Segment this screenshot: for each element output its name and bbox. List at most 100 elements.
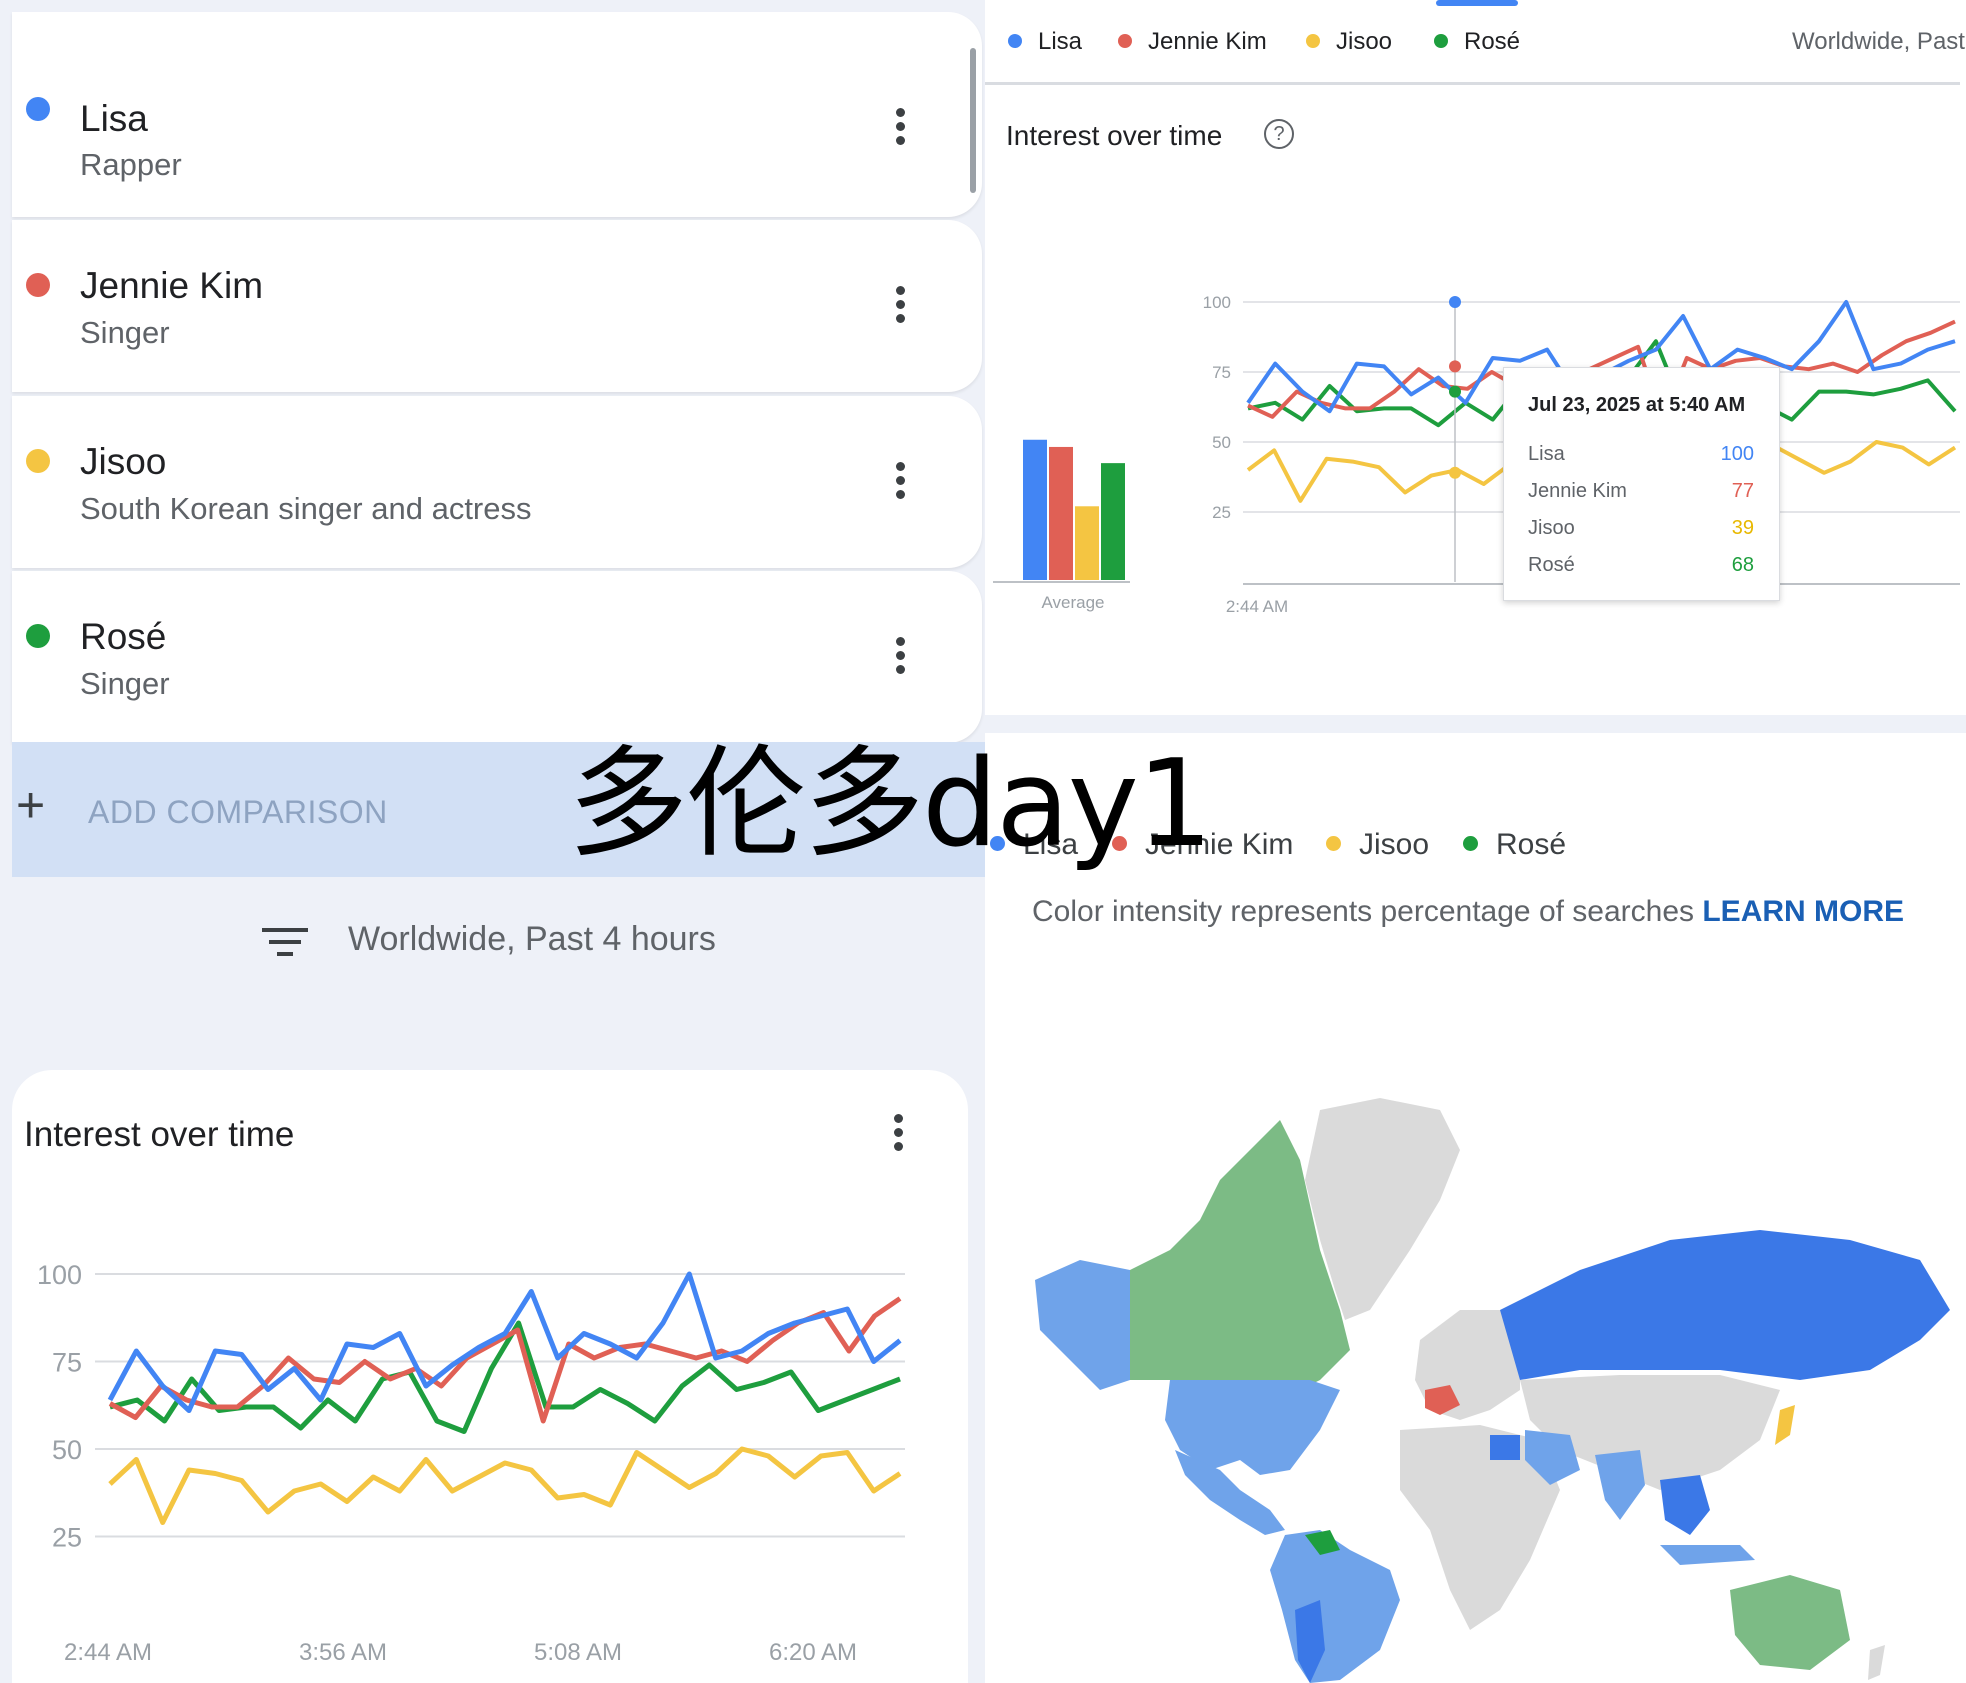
term-card-jisoo[interactable]: Jisoo South Korean singer and actress [12,396,982,568]
intensity-note: Color intensity represents percentage of… [1032,895,1904,929]
tooltip-row-jennie: Jennie Kim 77 [1528,480,1754,503]
left-series [107,1271,902,1525]
map-legend-rose[interactable]: Rosé [1463,828,1566,862]
average-bar-lisa[interactable] [1023,439,1047,580]
y-tick-label: 100 [37,1260,82,1290]
term-card-lisa[interactable]: Lisa Rapper [12,12,982,217]
average-bars: Average [993,439,1130,612]
legend-item-jisoo[interactable]: Jisoo [1306,28,1392,56]
y-tick-label: 75 [52,1348,82,1378]
term-name: Rosé [80,616,167,657]
legend-label: Jennie Kim [1148,28,1267,55]
legend-label: Rosé [1496,828,1567,861]
hover-point-ros [1449,385,1461,398]
series-line-jennie-kim [108,1296,902,1424]
filter-label: Worldwide, Past 4 hours [348,920,716,958]
map-australia[interactable] [1730,1575,1850,1670]
x-tick-label: 6:20 AM [769,1639,857,1666]
help-circle-icon[interactable]: ? [1264,119,1294,149]
y-tick-label: 75 [1212,363,1231,382]
x-tick-label: 3:56 AM [299,1639,387,1666]
legend-label: Lisa [1038,28,1083,55]
tooltip-label: Jennie Kim [1528,480,1627,502]
map-legend-jisoo[interactable]: Jisoo [1326,828,1429,862]
legend-label: Jisoo [1359,828,1430,861]
map-southeast-asia[interactable] [1660,1475,1710,1535]
right-chart-title: Interest over time [1006,120,1223,151]
y-tick-label: 25 [1212,503,1231,522]
region-label[interactable]: Worldwide, Past [1792,28,1965,56]
tooltip-label: Lisa [1528,443,1565,465]
y-tick-label: 25 [52,1523,82,1553]
term-card-rose[interactable]: Rosé Singer [12,571,982,743]
tooltip-value: 77 [1731,480,1754,502]
tooltip-value: 39 [1731,517,1754,539]
hover-point-lisa [1449,296,1461,308]
left-line-chart: 25 50 75 100 2:44 AM 3:56 AM 5:08 AM 6:20 AM [37,1260,905,1666]
tooltip-label: Jisoo [1528,517,1575,539]
legend-item-jennie[interactable]: Jennie Kim [1118,28,1267,56]
map-japan[interactable] [1775,1405,1795,1445]
map-alaska[interactable] [1035,1260,1130,1390]
rose-dot [26,624,50,648]
tooltip-row-lisa: Lisa 100 [1528,443,1754,466]
more-vert-icon[interactable] [896,108,906,150]
y-tick-label: 50 [52,1435,82,1465]
legend-item-lisa[interactable]: Lisa [1008,28,1082,56]
hover-point-jennie-kim [1449,360,1461,373]
term-subtitle: Rapper [80,147,182,182]
y-tick-label: 100 [1203,293,1231,312]
add-comparison-label: ADD COMPARISON [88,794,388,830]
average-bar-ros[interactable] [1101,463,1125,580]
jisoo-dot [26,449,50,473]
card-title: Interest over time [24,1115,295,1154]
legend-label: Jisoo [1336,28,1393,55]
map-new-zealand[interactable] [1868,1645,1885,1680]
average-label: Average [1041,593,1104,612]
term-subtitle: Singer [80,666,170,701]
term-name: Jisoo [80,441,167,482]
term-subtitle: Singer [80,315,170,350]
more-vert-icon[interactable] [894,1114,904,1156]
plus-icon: + [16,777,46,833]
tooltip-title: Jul 23, 2025 at 5:40 AM [1528,394,1746,416]
more-vert-icon[interactable] [896,286,906,328]
left-xticks: 2:44 AM 3:56 AM 5:08 AM 6:20 AM [64,1639,857,1666]
tooltip-row-rose: Rosé 68 [1528,554,1754,577]
x-tick-label: 2:44 AM [1226,597,1288,616]
right-chart: Average 25 50 75 100 2:44 AM [993,293,1960,616]
map-india[interactable] [1595,1450,1645,1520]
jennie-dot [26,273,50,297]
lisa-dot [26,97,50,121]
series-line-jisoo [108,1446,902,1525]
rose-dot [1434,33,1448,48]
term-subtitle: South Korean singer and actress [80,491,532,526]
jennie-dot [1118,33,1132,48]
more-vert-icon[interactable] [896,462,906,504]
legend-item-rose[interactable]: Rosé [1434,28,1520,56]
tooltip-value: 100 [1720,443,1754,465]
overlay-caption: 多伦多day1 [568,735,1213,874]
more-vert-icon[interactable] [896,637,906,679]
learn-more-link[interactable]: LEARN MORE [1702,895,1904,928]
filter-icon [262,928,308,964]
map-egypt[interactable] [1490,1435,1520,1460]
map-russia[interactable] [1500,1230,1950,1380]
average-bar-jennie-kim[interactable] [1049,446,1073,580]
term-card-jennie[interactable]: Jennie Kim Singer [12,220,982,392]
map-indonesia[interactable] [1660,1545,1755,1565]
term-name: Jennie Kim [80,265,264,306]
scrollbar[interactable] [970,48,976,193]
legend-label: Rosé [1464,28,1521,55]
tooltip-row-jisoo: Jisoo 39 [1528,517,1754,540]
tooltip-value: 68 [1731,554,1754,576]
intensity-text: Color intensity represents percentage of… [1032,895,1703,928]
hover-point-jisoo [1449,466,1461,479]
chart-tooltip: Jul 23, 2025 at 5:40 AM Lisa 100 Jennie K… [1503,367,1780,601]
map-south-america[interactable] [1270,1530,1400,1683]
average-bar-jisoo[interactable] [1075,506,1099,580]
jisoo-dot [1326,835,1341,851]
lisa-dot [1008,33,1022,48]
y-tick-label: 50 [1212,433,1231,452]
jisoo-dot [1306,33,1320,48]
